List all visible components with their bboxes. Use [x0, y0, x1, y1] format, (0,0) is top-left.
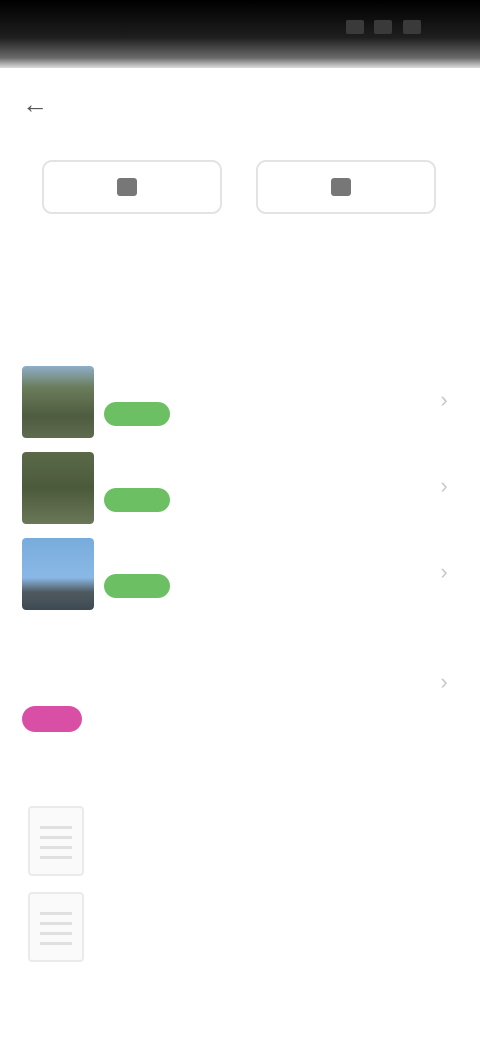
app-bar: ← — [0, 68, 480, 148]
document-icon — [28, 806, 84, 876]
chevron-right-icon: › — [440, 473, 448, 498]
signal-icon — [346, 20, 364, 34]
document-icon — [28, 892, 84, 962]
toolbar-right-button[interactable] — [256, 160, 436, 214]
media-thumbnail — [22, 366, 94, 438]
share-icon — [331, 178, 351, 196]
media-list-item[interactable]: › — [22, 366, 462, 444]
status-badge — [104, 488, 170, 512]
media-thumbnail — [22, 452, 94, 524]
status-time — [22, 18, 82, 40]
media-list-item[interactable]: › — [22, 538, 462, 616]
status-badge — [104, 402, 170, 426]
chevron-right-icon: › — [440, 387, 448, 412]
stats-summary — [22, 232, 342, 292]
project-badge — [22, 706, 82, 732]
back-arrow-icon[interactable]: ← — [22, 90, 50, 118]
status-bar — [0, 0, 480, 68]
status-icons — [340, 20, 450, 40]
status-badge — [104, 574, 170, 598]
wifi-icon — [374, 20, 393, 34]
chevron-right-icon: › — [440, 669, 448, 694]
chevron-right-icon: › — [440, 559, 448, 584]
project-item[interactable]: › — [22, 620, 462, 740]
document-list-item[interactable] — [22, 892, 462, 972]
toolbar-left-button[interactable] — [42, 160, 222, 214]
document-list-item[interactable] — [22, 806, 462, 886]
media-thumbnail — [22, 538, 94, 610]
edit-icon — [117, 178, 137, 196]
media-list-item[interactable]: › — [22, 452, 462, 530]
battery-icon — [402, 20, 421, 34]
